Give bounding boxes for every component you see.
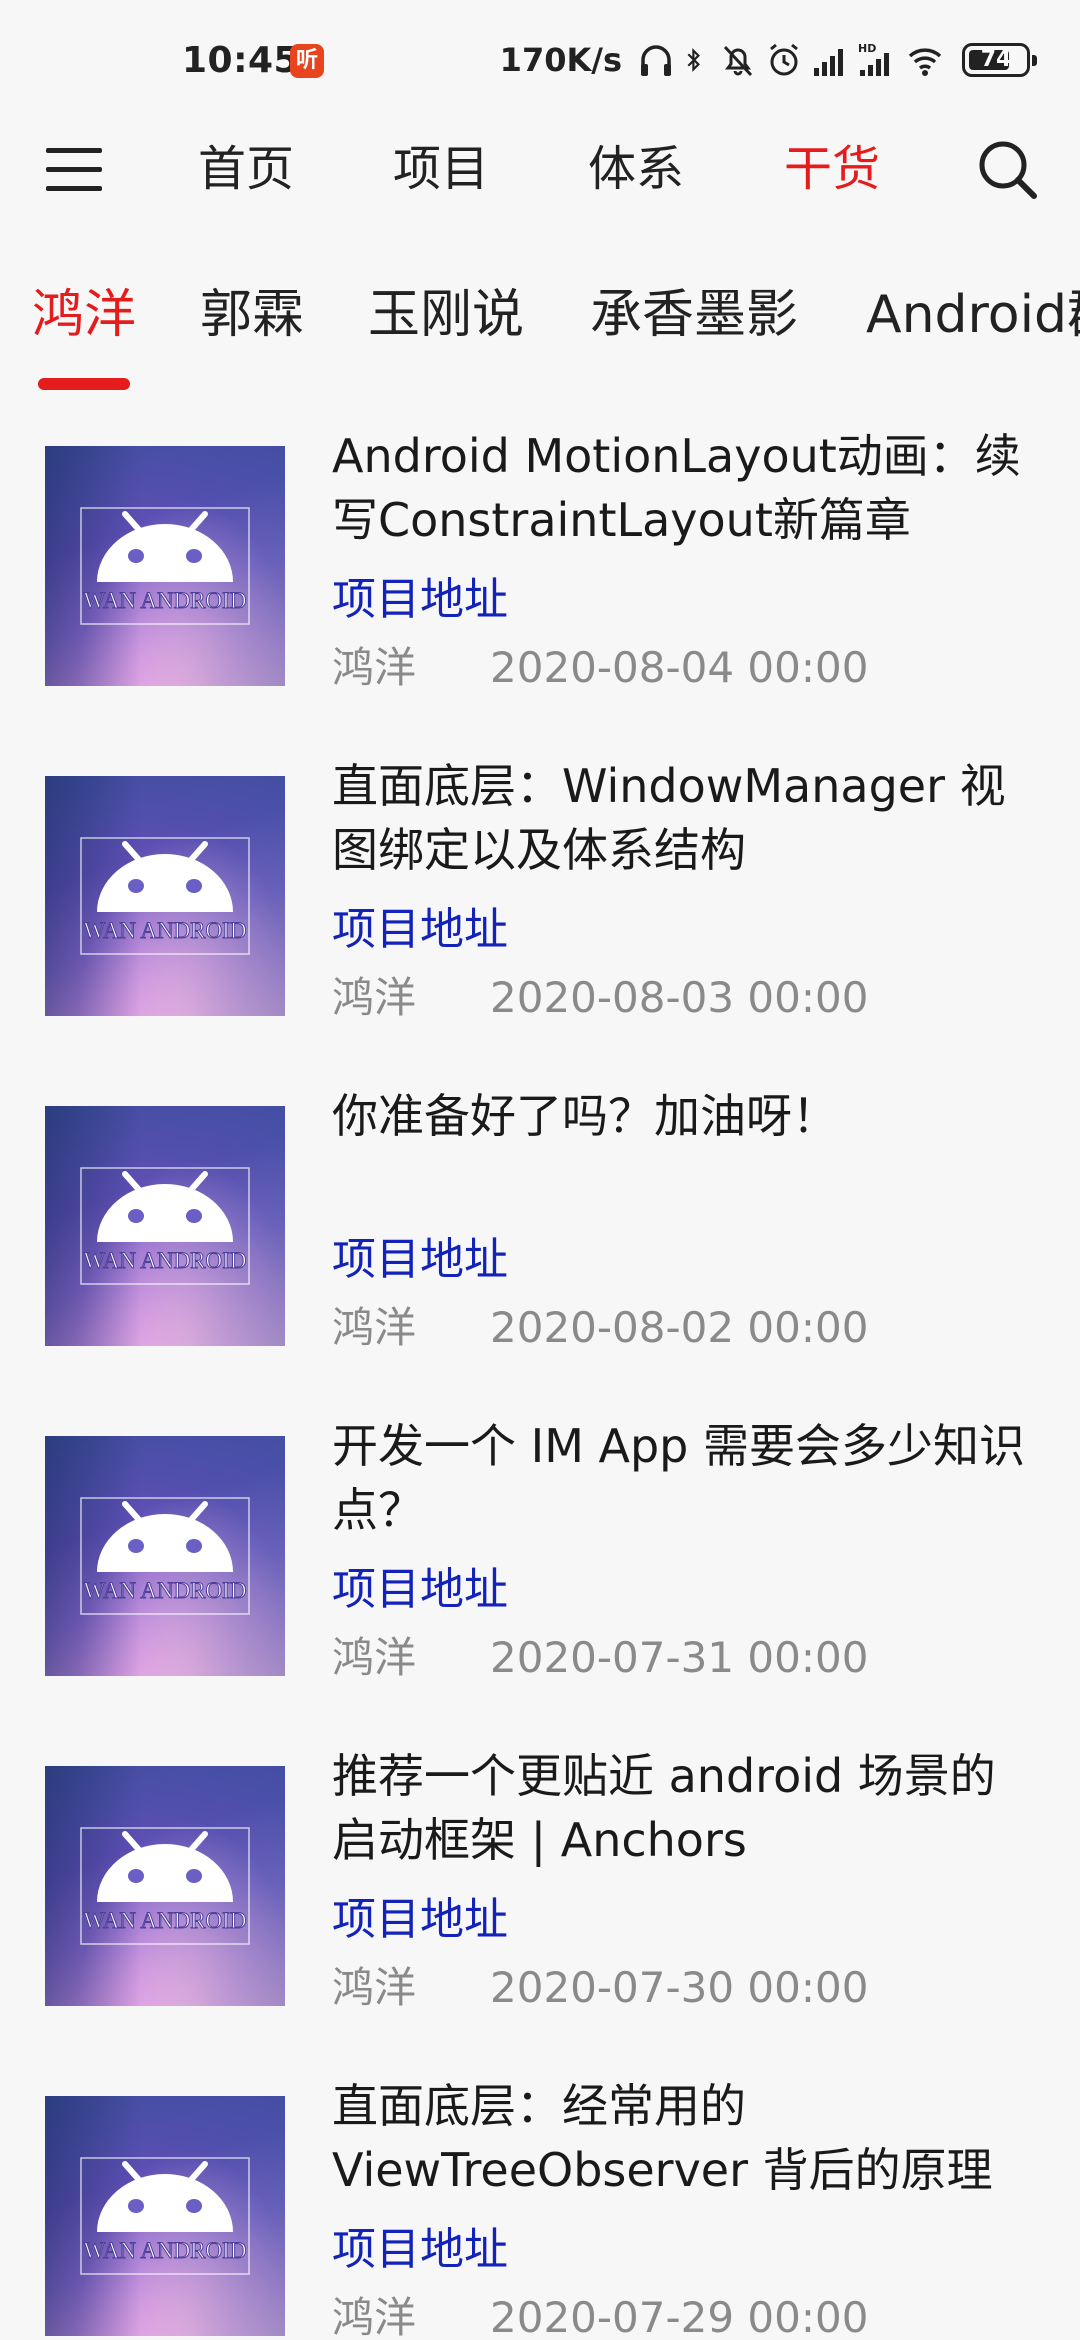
status-bar: 10:45 听 170K/s HD 74 [0, 0, 1080, 120]
battery-cap [1032, 55, 1037, 66]
search-icon[interactable] [974, 136, 1040, 202]
list-item[interactable]: WAN ANDROID 推荐一个更贴近 android 场景的启动框架 | An… [0, 1740, 1080, 2070]
alarm-icon [770, 43, 798, 76]
list-item[interactable]: WAN ANDROID Android MotionLayout动画：续写Con… [0, 420, 1080, 750]
author-tab-chengxiangmoying[interactable]: 承香墨影 [590, 280, 798, 350]
wan-android-logo: WAN ANDROID [80, 1827, 250, 1945]
article-thumbnail: WAN ANDROID [45, 1106, 285, 1346]
app-screen: 10:45 听 170K/s HD 74 首页 项目 体系 干货 鸿洋 郭霖 玉… [0, 0, 1080, 2340]
battery-percent: 74 [980, 47, 1012, 72]
article-date: 2020-08-02 00:00 [490, 1303, 869, 1352]
battery-icon: 74 [962, 43, 1037, 77]
article-author: 鸿洋 [332, 643, 417, 692]
signal-icon [814, 49, 843, 76]
network-speed: 170K/s [499, 41, 622, 79]
thumbnail-caption: WAN ANDROID [84, 1908, 247, 1933]
wan-android-logo: WAN ANDROID [80, 2157, 250, 2275]
project-link[interactable]: 项目地址 [332, 570, 508, 630]
thumbnail-caption: WAN ANDROID [84, 1578, 247, 1603]
thumbnail-caption: WAN ANDROID [84, 1248, 247, 1273]
project-link[interactable]: 项目地址 [332, 2220, 508, 2280]
article-title[interactable]: 直面底层：经常用的 ViewTreeObserver 背后的原理 [332, 2074, 1032, 2202]
article-meta: 鸿洋 2020-07-30 00:00 [332, 1958, 868, 2018]
status-icons: 170K/s HD 74 [499, 38, 1037, 82]
author-tab-android-qunyingzhuan[interactable]: Android群英传 [866, 280, 1080, 350]
hd-signal-icon: HD [858, 42, 889, 76]
article-author: 鸿洋 [332, 1303, 417, 1352]
article-date: 2020-08-04 00:00 [490, 643, 869, 692]
tab-projects[interactable]: 项目 [393, 136, 489, 202]
project-link[interactable]: 项目地址 [332, 1560, 508, 1620]
headphones-icon [641, 45, 671, 76]
menu-icon[interactable] [46, 142, 102, 198]
author-tab-yugangshuo[interactable]: 玉刚说 [368, 280, 524, 350]
article-title[interactable]: Android MotionLayout动画：续写ConstraintLayou… [332, 424, 1032, 552]
list-item[interactable]: WAN ANDROID 直面底层：经常用的 ViewTreeObserver 背… [0, 2070, 1080, 2340]
article-author: 鸿洋 [332, 1963, 417, 2012]
article-title[interactable]: 你准备好了吗？加油呀！ [332, 1084, 1032, 1148]
article-thumbnail: WAN ANDROID [45, 446, 285, 686]
article-title[interactable]: 开发一个 IM App 需要会多少知识点？ [332, 1414, 1032, 1542]
article-author: 鸿洋 [332, 1633, 417, 1682]
article-title[interactable]: 推荐一个更贴近 android 场景的启动框架 | Anchors [332, 1744, 1032, 1872]
wan-android-logo: WAN ANDROID [80, 837, 250, 955]
author-tabs: 鸿洋 郭霖 玉刚说 承香墨影 Android群英传 [0, 270, 1080, 400]
article-list: WAN ANDROID Android MotionLayout动画：续写Con… [0, 420, 1080, 2340]
wan-android-logo: WAN ANDROID [80, 1497, 250, 1615]
project-link[interactable]: 项目地址 [332, 1890, 508, 1950]
mute-bell-icon [723, 45, 753, 77]
bluetooth-icon [687, 47, 700, 73]
article-title[interactable]: 直面底层：WindowManager 视图绑定以及体系结构 [332, 754, 1032, 882]
article-date: 2020-07-31 00:00 [490, 1633, 869, 1682]
svg-text:HD: HD [858, 42, 876, 55]
thumbnail-caption: WAN ANDROID [84, 588, 247, 613]
article-date: 2020-07-30 00:00 [490, 1963, 869, 2012]
article-thumbnail: WAN ANDROID [45, 776, 285, 1016]
article-meta: 鸿洋 2020-07-31 00:00 [332, 1628, 868, 1688]
article-author: 鸿洋 [332, 2293, 417, 2340]
list-item[interactable]: WAN ANDROID 你准备好了吗？加油呀！ 项目地址 鸿洋 2020-08-0… [0, 1080, 1080, 1410]
article-date: 2020-07-29 00:00 [490, 2293, 869, 2340]
tab-home[interactable]: 首页 [198, 136, 294, 202]
article-meta: 鸿洋 2020-08-03 00:00 [332, 968, 868, 1028]
article-meta: 鸿洋 2020-08-02 00:00 [332, 1298, 868, 1358]
author-tab-hongyang[interactable]: 鸿洋 [32, 280, 136, 350]
list-item[interactable]: WAN ANDROID 开发一个 IM App 需要会多少知识点？ 项目地址 鸿… [0, 1410, 1080, 1740]
tab-system[interactable]: 体系 [588, 136, 684, 202]
project-link[interactable]: 项目地址 [332, 1230, 508, 1290]
article-thumbnail: WAN ANDROID [45, 1436, 285, 1676]
article-meta: 鸿洋 2020-07-29 00:00 [332, 2288, 868, 2340]
wan-android-logo: WAN ANDROID [80, 507, 250, 625]
wan-android-logo: WAN ANDROID [80, 1167, 250, 1285]
status-time: 10:45 [182, 40, 300, 81]
tab-dry-goods[interactable]: 干货 [784, 136, 880, 202]
wifi-icon [908, 48, 942, 76]
article-thumbnail: WAN ANDROID [45, 2096, 285, 2336]
project-link[interactable]: 项目地址 [332, 900, 508, 960]
article-thumbnail: WAN ANDROID [45, 1766, 285, 2006]
list-item[interactable]: WAN ANDROID 直面底层：WindowManager 视图绑定以及体系结… [0, 750, 1080, 1080]
author-tab-guolin[interactable]: 郭霖 [200, 280, 304, 350]
article-meta: 鸿洋 2020-08-04 00:00 [332, 638, 868, 698]
app-notification-icon: 听 [290, 44, 324, 78]
thumbnail-caption: WAN ANDROID [84, 918, 247, 943]
top-navigation: 首页 项目 体系 干货 [0, 120, 1080, 220]
active-tab-indicator [38, 378, 130, 390]
article-author: 鸿洋 [332, 973, 417, 1022]
thumbnail-caption: WAN ANDROID [84, 2238, 247, 2263]
article-date: 2020-08-03 00:00 [490, 973, 869, 1022]
